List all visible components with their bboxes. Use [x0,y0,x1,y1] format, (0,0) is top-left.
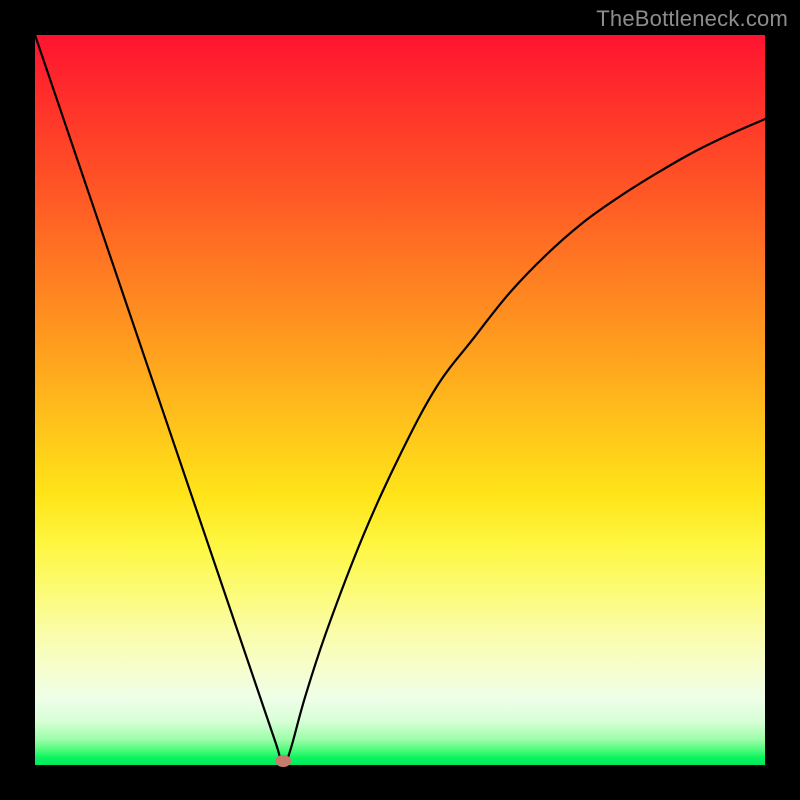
optimal-point-marker [275,755,291,767]
plot-area [35,35,765,765]
bottleneck-curve [35,35,765,765]
chart-frame: TheBottleneck.com [0,0,800,800]
curve-layer [35,35,765,765]
watermark-text: TheBottleneck.com [596,6,788,32]
